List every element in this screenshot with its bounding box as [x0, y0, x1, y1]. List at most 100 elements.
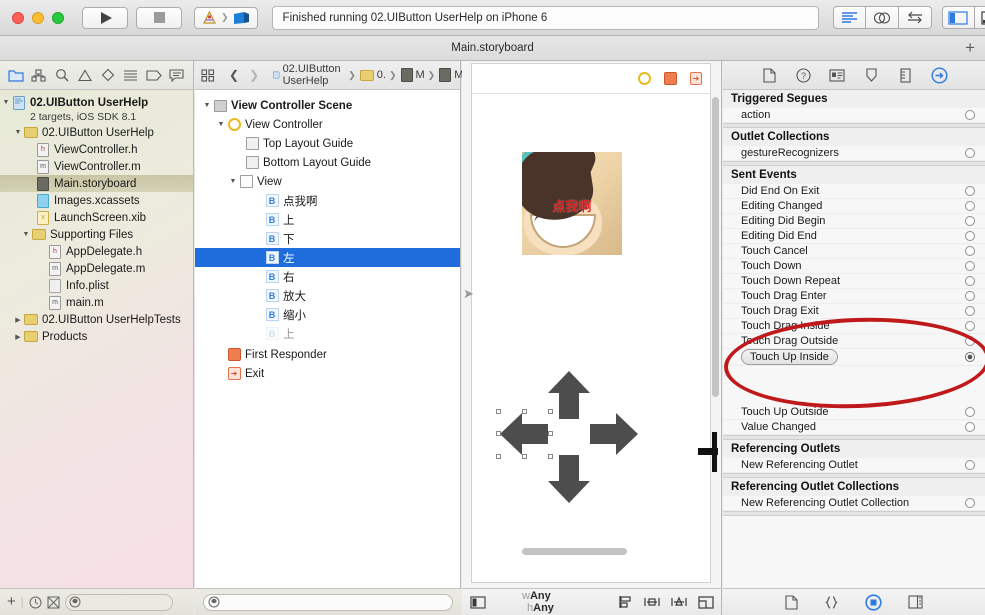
view-controller-scene-canvas[interactable]: ➜ 点我啊: [471, 63, 718, 583]
breakpoint-navigator-tab[interactable]: [143, 65, 164, 86]
source-control-filter-button[interactable]: [47, 596, 60, 609]
recent-files-filter-button[interactable]: [29, 596, 42, 609]
handle-top-left[interactable]: [496, 409, 501, 414]
event-row-touch-up-inside[interactable]: Touch Up Inside: [723, 349, 985, 366]
event-row-touch-up-outside[interactable]: Touch Up Outside: [723, 405, 985, 420]
event-row-editing-did-begin[interactable]: Editing Did Begin: [723, 214, 985, 229]
twisty-down-icon[interactable]: ▼: [0, 99, 12, 106]
twisty-right-icon[interactable]: ▶: [12, 333, 24, 341]
connection-well-connected[interactable]: [965, 352, 975, 362]
handle-bottom-right[interactable]: [548, 454, 553, 459]
assistant-editor-button[interactable]: [865, 6, 899, 29]
twisty-down-icon[interactable]: ▼: [12, 129, 24, 136]
embed-button[interactable]: [698, 595, 714, 609]
nav-row-products[interactable]: ▶ Products: [0, 328, 193, 345]
outline-row-button-4[interactable]: B 右: [195, 267, 460, 286]
twisty-down-icon[interactable]: ▼: [20, 231, 32, 238]
outline-row-button-0[interactable]: B 点我啊: [195, 191, 460, 210]
zoom-window-button[interactable]: [52, 11, 64, 24]
resolve-issues-button[interactable]: [671, 595, 687, 609]
handle-mid-left[interactable]: [496, 431, 501, 436]
connection-well[interactable]: [965, 231, 975, 241]
nav-row-project[interactable]: ▼ 02.UIButton UserHelp: [0, 95, 193, 110]
close-window-button[interactable]: [12, 11, 24, 24]
outline-row-button-5[interactable]: B 放大: [195, 286, 460, 305]
image-button[interactable]: 点我啊: [522, 152, 622, 255]
back-button[interactable]: ❮: [229, 68, 239, 82]
issue-navigator-tab[interactable]: [74, 65, 95, 86]
pin-button[interactable]: [644, 595, 660, 609]
connection-row-new-referencing-outlet[interactable]: New Referencing Outlet: [723, 458, 985, 473]
storyboard-canvas[interactable]: ➜ 点我啊 ➤: [462, 61, 721, 587]
nav-row-viewcontroller-h[interactable]: h ViewController.h: [0, 141, 193, 158]
identity-inspector-tab[interactable]: [829, 67, 846, 84]
handle-bottom-left[interactable]: [496, 454, 501, 459]
nav-row-info-plist[interactable]: Info.plist: [0, 277, 193, 294]
align-button[interactable]: [618, 595, 633, 609]
file-template-library-tab[interactable]: [785, 594, 798, 610]
connection-label-highlighted[interactable]: Touch Up Inside: [741, 349, 838, 365]
outline-row-top-layout-guide[interactable]: Top Layout Guide: [195, 134, 460, 153]
connection-well[interactable]: [965, 422, 975, 432]
connection-well[interactable]: [965, 321, 975, 331]
toggle-debug-area-button[interactable]: [974, 6, 985, 29]
first-responder-icon[interactable]: [664, 72, 677, 85]
event-row-touch-drag-inside[interactable]: Touch Drag Inside: [723, 319, 985, 334]
event-row-touch-down[interactable]: Touch Down: [723, 259, 985, 274]
report-navigator-tab[interactable]: [166, 65, 187, 86]
connection-well[interactable]: [965, 261, 975, 271]
size-inspector-tab[interactable]: [897, 67, 914, 84]
right-arrow-button[interactable]: [588, 411, 640, 457]
event-row-touch-drag-outside[interactable]: Touch Drag Outside: [723, 334, 985, 349]
standard-editor-button[interactable]: [832, 6, 866, 29]
twisty-down-icon[interactable]: ▼: [201, 102, 213, 109]
breadcrumb-item-file[interactable]: M ❯: [400, 68, 435, 82]
breadcrumb-item-group[interactable]: 0. ❯: [359, 69, 397, 81]
event-row-touch-cancel[interactable]: Touch Cancel: [723, 244, 985, 259]
nav-row-supporting-files[interactable]: ▼ Supporting Files: [0, 226, 193, 243]
source-control-navigator-tab[interactable]: [28, 65, 49, 86]
object-library-tab[interactable]: [865, 593, 882, 611]
toggle-navigator-button[interactable]: [941, 6, 975, 29]
connection-row-action[interactable]: action: [723, 108, 985, 123]
handle-bottom-center[interactable]: [522, 454, 527, 459]
handle-mid-right[interactable]: [548, 431, 553, 436]
nav-row-launchscreen-xib[interactable]: ☓ LaunchScreen.xib: [0, 209, 193, 226]
canvas-horizontal-scrollbar[interactable]: [522, 548, 627, 555]
connection-well[interactable]: [965, 216, 975, 226]
connection-well[interactable]: [965, 306, 975, 316]
outline-row-button-2[interactable]: B 下: [195, 229, 460, 248]
view-as-button[interactable]: [470, 595, 486, 609]
event-row-value-changed[interactable]: Value Changed: [723, 420, 985, 435]
nav-row-appdelegate-m[interactable]: m AppDelegate.m: [0, 260, 193, 277]
twisty-right-icon[interactable]: ▶: [12, 316, 24, 324]
forward-button[interactable]: ❯: [249, 68, 259, 82]
handle-top-center[interactable]: [522, 409, 527, 414]
handle-top-right[interactable]: [548, 409, 553, 414]
minimize-window-button[interactable]: [32, 11, 44, 24]
active-tab-title[interactable]: Main.storyboard: [451, 42, 533, 54]
twisty-down-icon[interactable]: ▼: [227, 178, 239, 185]
view-controller-icon[interactable]: [638, 72, 651, 85]
stop-button[interactable]: [136, 6, 182, 29]
outline-row-scene[interactable]: ▼ View Controller Scene: [195, 96, 460, 115]
outline-row-view-controller[interactable]: ▼ View Controller: [195, 115, 460, 134]
connection-well[interactable]: [965, 110, 975, 120]
attributes-inspector-tab[interactable]: [863, 67, 880, 84]
connection-row-gesturerecognizers[interactable]: gestureRecognizers: [723, 146, 985, 161]
event-row-touch-down-repeat[interactable]: Touch Down Repeat: [723, 274, 985, 289]
event-row-editing-changed[interactable]: Editing Changed: [723, 199, 985, 214]
related-items-button[interactable]: [201, 68, 215, 82]
connection-well[interactable]: [965, 460, 975, 470]
file-inspector-tab[interactable]: [761, 67, 778, 84]
connection-well[interactable]: [965, 291, 975, 301]
connection-well[interactable]: [965, 336, 975, 346]
nav-row-group-main[interactable]: ▼ 02.UIButton UserHelp: [0, 124, 193, 141]
exit-icon[interactable]: ➜: [690, 72, 702, 85]
canvas-vertical-scrollbar[interactable]: [712, 97, 719, 397]
event-row-did-end-on-exit[interactable]: Did End On Exit: [723, 184, 985, 199]
project-navigator-tab[interactable]: [5, 65, 26, 86]
outline-row-button-6[interactable]: B 缩小: [195, 305, 460, 324]
run-button[interactable]: [82, 6, 128, 29]
nav-row-viewcontroller-m[interactable]: m ViewController.m: [0, 158, 193, 175]
